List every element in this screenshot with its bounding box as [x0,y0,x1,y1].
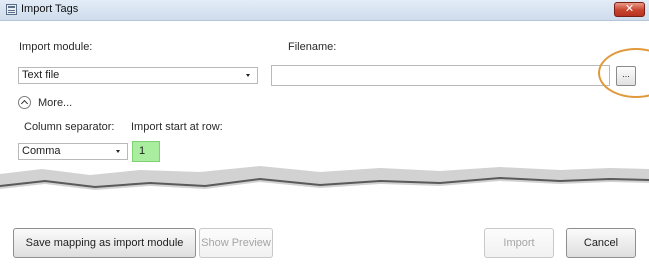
chevron-down-icon [116,150,120,153]
title-bar: Import Tags ✕ [0,0,649,21]
filename-label: Filename: [288,41,337,53]
import-button[interactable]: Import [484,228,554,258]
filename-input[interactable] [271,65,610,86]
import-module-value: Text file [22,69,60,81]
highlight-circle [598,48,649,98]
import-module-select[interactable]: Text file [18,67,258,84]
more-link[interactable]: More... [38,97,72,109]
show-preview-button[interactable]: Show Preview [199,228,273,258]
column-separator-select[interactable]: Comma [18,143,128,160]
expand-up-icon[interactable] [18,96,31,109]
app-icon [6,4,17,15]
torn-edge-divider [0,166,649,210]
save-mapping-button[interactable]: Save mapping as import module [13,228,196,258]
cancel-button[interactable]: Cancel [566,228,636,258]
import-start-row-input[interactable]: 1 [132,141,160,162]
column-separator-value: Comma [22,145,61,157]
import-start-label: Import start at row: [131,121,223,133]
chevron-down-icon [246,74,250,77]
column-separator-label: Column separator: [24,121,115,133]
close-button[interactable]: ✕ [614,2,645,17]
import-module-label: Import module: [19,41,93,53]
window-title: Import Tags [21,3,79,15]
